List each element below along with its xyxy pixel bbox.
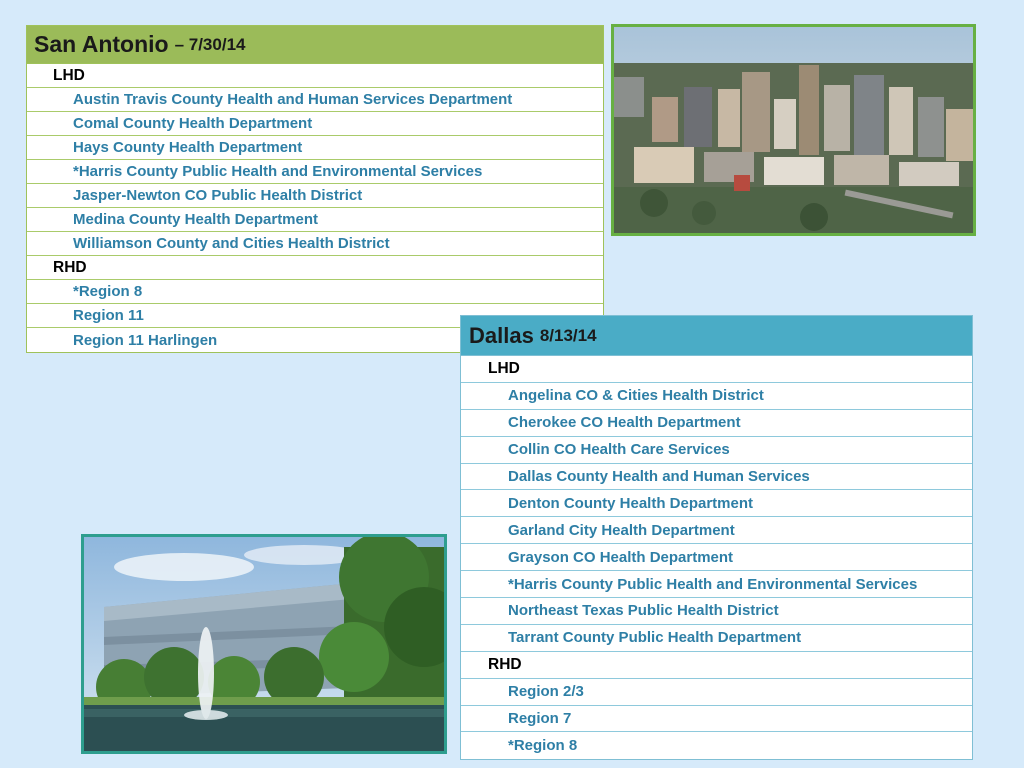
list-item: Austin Travis County Health and Human Se… xyxy=(27,88,603,112)
list-item: Region 2/3 xyxy=(461,679,972,706)
list-item: *Harris County Public Health and Environ… xyxy=(27,160,603,184)
dallas-date: 8/13/14 xyxy=(539,325,597,345)
san-antonio-header: San Antonio – 7/30/14 xyxy=(27,26,603,64)
list-item: Hays County Health Department xyxy=(27,136,603,160)
list-item: *Region 8 xyxy=(508,737,578,755)
dallas-header: Dallas 8/13/14 xyxy=(461,316,972,356)
list-item: Williamson County and Cities Health Dist… xyxy=(27,232,603,256)
list-item: Comal County Health Department xyxy=(27,112,603,136)
list-item: Denton County Health Department xyxy=(461,490,972,518)
san-antonio-table: San Antonio – 7/30/14 LHD Austin Travis … xyxy=(26,25,604,353)
list-item: Cherokee CO Health Department xyxy=(461,410,972,437)
san-antonio-skyline-photo xyxy=(611,24,976,236)
dallas-table: Dallas 8/13/14 LHD Angelina CO & Cities … xyxy=(460,315,973,761)
list-item: Medina County Health Department xyxy=(27,208,603,232)
san-antonio-date: – 7/30/14 xyxy=(174,34,246,54)
dallas-building-fountain-photo xyxy=(81,534,447,754)
dallas-rhd-label: RHD xyxy=(461,652,972,679)
list-item: Garland City Health Department xyxy=(461,517,972,545)
list-item: Region 7 xyxy=(461,706,972,733)
dallas-lhd-label: LHD xyxy=(461,356,972,383)
san-antonio-lhd-label: LHD xyxy=(27,64,603,88)
list-item: Northeast Texas Public Health District xyxy=(461,598,972,625)
san-antonio-rhd-label: RHD xyxy=(27,256,603,280)
san-antonio-city: San Antonio xyxy=(34,31,169,57)
list-item: Jasper-Newton CO Public Health District xyxy=(27,184,603,208)
list-item: Angelina CO & Cities Health District xyxy=(461,383,972,410)
list-item: *Harris County Public Health and Environ… xyxy=(461,571,972,599)
list-item: Dallas County Health and Human Services xyxy=(461,464,972,491)
dallas-city: Dallas xyxy=(469,322,534,348)
list-item: Collin CO Health Care Services xyxy=(461,437,972,464)
list-item: *Region 8 xyxy=(27,280,603,304)
list-item: Grayson CO Health Department xyxy=(461,544,972,572)
list-item: Tarrant County Public Health Department xyxy=(461,625,972,652)
